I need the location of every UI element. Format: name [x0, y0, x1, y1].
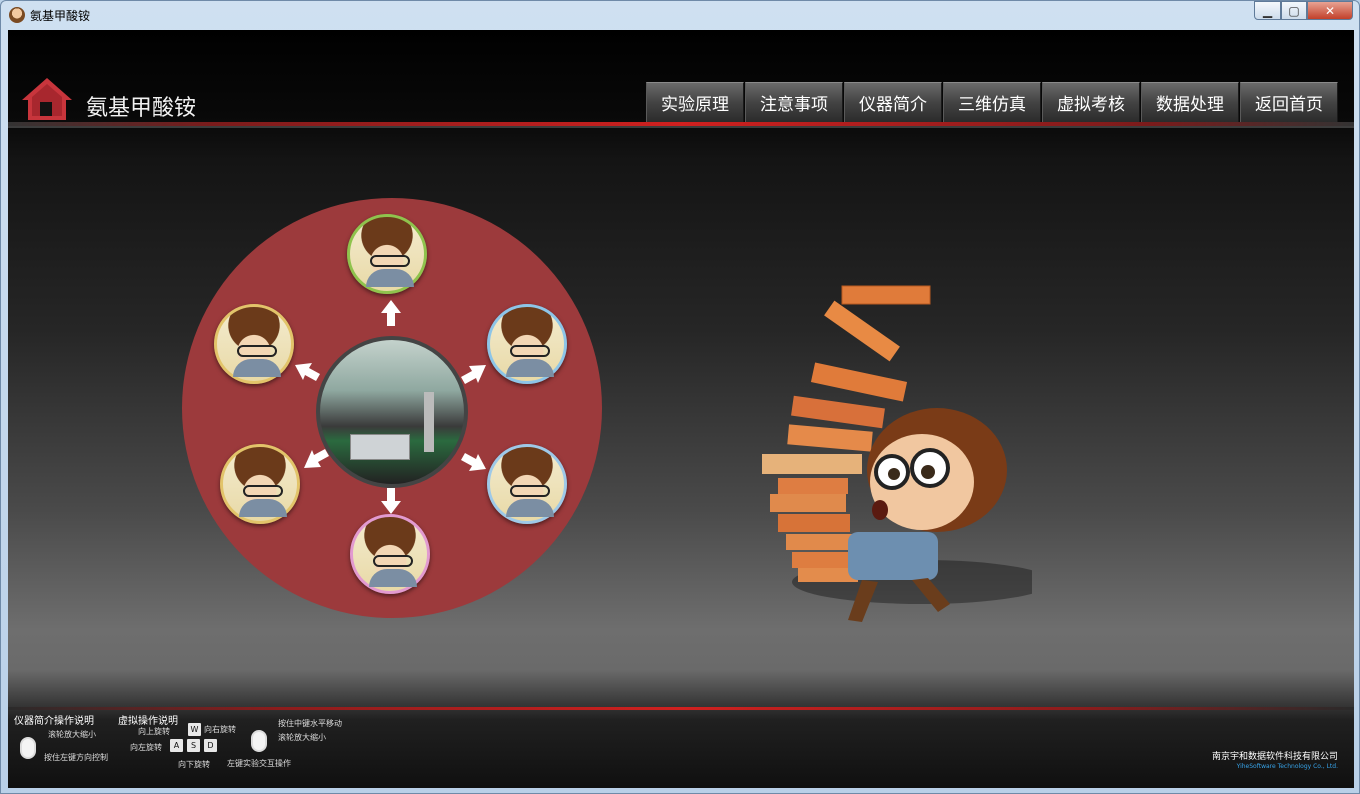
instrument-drag-hint: 按住左键方向控制	[44, 753, 108, 762]
company-credit: 南京宇和数据软件科技有限公司 YiheSoftware Technology C…	[1212, 749, 1338, 770]
nav-data-processing[interactable]: 数据处理	[1141, 82, 1239, 122]
virtual-help-heading: 虚拟操作说明	[118, 716, 178, 727]
rotate-left-hint: 向左旋转	[130, 743, 162, 752]
nav-instrument-intro[interactable]: 仪器简介	[844, 82, 942, 122]
maximize-button[interactable]: ▢	[1281, 1, 1307, 20]
arrow-lower-left-icon	[304, 449, 329, 468]
arrow-up-icon	[381, 300, 401, 326]
instrument-help-heading: 仪器简介操作说明	[14, 716, 94, 727]
nav-3d-simulation[interactable]: 三维仿真	[943, 82, 1041, 122]
nav-return-home[interactable]: 返回首页	[1240, 82, 1338, 122]
company-name-en: YiheSoftware Technology Co., Ltd.	[1236, 763, 1338, 770]
wheel-arrows	[295, 300, 486, 514]
main-content: 氨基甲酸铵 实验原理 注意事项 仪器简介 三维仿真 虚拟考核 数据处理 返回首页	[8, 30, 1354, 788]
instrument-scroll-hint: 滚轮放大缩小	[48, 730, 96, 739]
mouse-icon	[251, 730, 267, 752]
nav-precautions[interactable]: 注意事项	[745, 82, 843, 122]
app-icon	[9, 7, 25, 23]
key-d: D	[204, 739, 217, 752]
middle-drag-hint: 按住中键水平移动	[278, 719, 342, 728]
virtual-scroll-hint: 滚轮放大缩小	[278, 733, 326, 742]
left-click-hint: 左键实验交互操作	[227, 759, 291, 768]
nav-virtual-exam[interactable]: 虚拟考核	[1042, 82, 1140, 122]
arrow-down-icon	[381, 488, 401, 514]
company-name-cn: 南京宇和数据软件科技有限公司	[1211, 752, 1338, 762]
rotate-up-hint: 向上旋转	[138, 727, 170, 736]
footer-divider	[8, 707, 1354, 710]
key-w: W	[188, 723, 201, 736]
title-bar[interactable]: 氨基甲酸铵 ▁ ▢ ✕	[1, 1, 1359, 30]
window-controls: ▁ ▢ ✕	[1254, 1, 1353, 20]
arrow-upper-right-icon	[461, 365, 486, 384]
minimize-button[interactable]: ▁	[1254, 1, 1281, 20]
close-button[interactable]: ✕	[1307, 1, 1353, 20]
rotate-down-hint: 向下旋转	[178, 760, 210, 769]
rotate-right-hint: 向右旋转	[204, 725, 236, 734]
arrow-lower-right-icon	[461, 453, 486, 471]
arrow-icons	[295, 300, 486, 514]
mouse-icon	[20, 737, 36, 759]
main-nav: 实验原理 注意事项 仪器简介 三维仿真 虚拟考核 数据处理 返回首页	[646, 82, 1339, 122]
character-illustration	[762, 285, 1032, 622]
arrow-upper-left-icon	[295, 363, 320, 381]
window-title: 氨基甲酸铵	[30, 9, 91, 23]
key-a: A	[170, 739, 183, 752]
app-window: 氨基甲酸铵 ▁ ▢ ✕ 氨基甲酸铵 实验原理 注意事项 仪器简介 三维仿真 虚拟…	[0, 0, 1360, 794]
key-s: S	[187, 739, 200, 752]
